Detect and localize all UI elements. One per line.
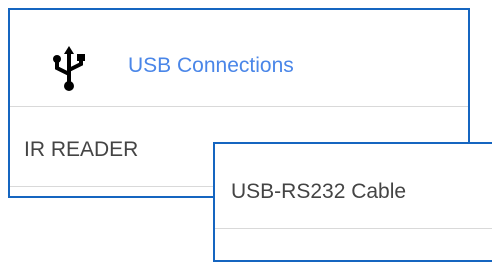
divider [215,228,492,229]
divider [10,106,468,107]
usb-icon [52,46,86,92]
usb-connections-item[interactable]: USB Connections [10,10,468,106]
popup-item-usb-rs232-cable[interactable]: USB-RS232 Cable [231,180,406,204]
usb-connection-type-popup: USB-RS232 Cable [213,142,492,262]
ir-reader-item[interactable]: IR READER [24,138,138,162]
usb-connections-label: USB Connections [128,54,294,77]
